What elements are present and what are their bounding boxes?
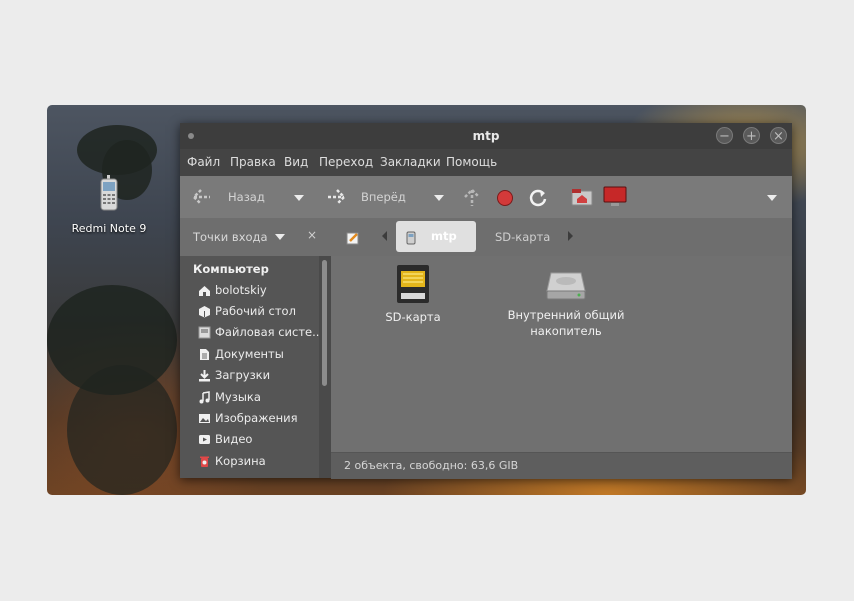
downloads-icon [199, 370, 210, 382]
crumb-scroll-right-icon[interactable] [568, 231, 573, 241]
minimize-button[interactable]: − [716, 127, 733, 144]
sidebar-item-filesystem[interactable]: Файловая систе... [198, 324, 323, 342]
documents-icon [200, 349, 209, 360]
back-history-dropdown-icon[interactable] [294, 195, 304, 201]
sidebar-item-home[interactable]: bolotskiy [198, 282, 318, 300]
menu-help[interactable]: Помощь [446, 155, 497, 169]
file-item-internal-storage[interactable]: Внутренний общий накопитель [501, 263, 631, 339]
up-arrow-icon[interactable] [463, 188, 481, 212]
sidebar-item-desktop[interactable]: Рабочий стол [198, 303, 318, 321]
crumb-sd-card[interactable]: SD-карта [495, 230, 550, 244]
titlebar[interactable]: mtp − + × [180, 123, 792, 149]
sidebar-item-documents[interactable]: Документы [198, 346, 318, 364]
file-item-sd-card[interactable]: SD-карта [370, 263, 456, 325]
stop-icon[interactable] [496, 189, 514, 211]
computer-icon[interactable] [603, 186, 627, 212]
pictures-icon [199, 414, 210, 423]
sidebar-item-pictures[interactable]: Изображения [198, 410, 318, 428]
home-icon [199, 286, 210, 296]
sidebar-item-label: Документы [215, 347, 284, 361]
toolbar: Назад Вперёд [180, 176, 792, 218]
sidebar-item-music[interactable]: Музыка [198, 389, 318, 407]
sidebar-scrollbar[interactable] [319, 256, 331, 478]
edit-path-icon[interactable] [346, 230, 360, 249]
crumb-scroll-left-icon[interactable] [382, 231, 387, 241]
sidebar-item-label: Загрузки [215, 368, 271, 382]
close-sidebar-icon[interactable]: × [307, 228, 317, 242]
back-button[interactable]: Назад [228, 190, 265, 204]
sidebar-item-label: Файловая систе... [215, 325, 324, 339]
places-dropdown-icon[interactable] [275, 234, 285, 240]
maximize-button[interactable]: + [743, 127, 760, 144]
status-text: 2 объекта, свободно: 63,6 GIB [344, 459, 519, 472]
home-folder-icon[interactable] [571, 188, 593, 210]
sidebar-item-label: Корзина [215, 454, 266, 468]
file-name: SD-карта [385, 310, 441, 324]
desktop-icon-label: Redmi Note 9 [71, 222, 147, 235]
close-button[interactable]: × [770, 127, 787, 144]
toolbar-overflow-dropdown-icon[interactable] [767, 195, 777, 201]
menubar: Файл Правка Вид Переход Закладки Помощь [180, 149, 792, 176]
file-name-line2: накопитель [530, 324, 602, 338]
sidebar-heading-computer: Компьютер [193, 262, 269, 276]
sidebar-item-label: Музыка [215, 390, 261, 404]
trash-icon [200, 456, 209, 467]
reload-icon[interactable] [528, 188, 548, 212]
crumb-mtp-label: mtp [431, 229, 457, 243]
window-title: mtp [472, 129, 500, 143]
sidebar: Компьютер bolotskiy Рабочий стол Файлова… [180, 256, 331, 478]
sidebar-item-trash[interactable]: Корзина [198, 453, 318, 471]
menu-file[interactable]: Файл [187, 155, 220, 169]
phone-icon [98, 175, 120, 211]
sidebar-item-label: Рабочий стол [215, 304, 296, 318]
menu-go[interactable]: Переход [319, 155, 373, 169]
sidebar-item-downloads[interactable]: Загрузки [198, 367, 318, 385]
file-view[interactable]: SD-карта Внутренний общий накопитель [331, 256, 792, 452]
file-manager-window: mtp − + × Файл Правка Вид Переход Заклад… [180, 123, 792, 479]
menu-bookmarks[interactable]: Закладки [380, 155, 441, 169]
internal-storage-icon [546, 272, 586, 300]
forward-arrow-icon[interactable] [326, 188, 346, 210]
crumb-mtp[interactable]: mtp [396, 221, 476, 252]
places-selector[interactable]: Точки входа [193, 230, 268, 244]
menu-edit[interactable]: Правка [230, 155, 276, 169]
desktop-icon [199, 306, 210, 318]
menu-view[interactable]: Вид [284, 155, 308, 169]
filesystem-icon [198, 326, 211, 339]
phone-small-icon [406, 230, 416, 249]
forward-history-dropdown-icon[interactable] [434, 195, 444, 201]
sidebar-item-label: Видео [215, 432, 253, 446]
back-arrow-icon[interactable] [192, 188, 212, 210]
file-name-line1: Внутренний общий [507, 308, 625, 322]
music-icon [199, 391, 210, 404]
statusbar: 2 объекта, свободно: 63,6 GIB [331, 452, 792, 479]
videos-icon [199, 435, 210, 444]
forward-button[interactable]: Вперёд [361, 190, 406, 204]
sidebar-item-videos[interactable]: Видео [198, 431, 318, 449]
location-bar: Точки входа × mtp SD-карта [180, 218, 792, 256]
sd-card-icon [397, 265, 429, 303]
sidebar-item-label: Изображения [215, 411, 298, 425]
sidebar-scrollbar-thumb[interactable] [322, 260, 327, 386]
desktop-device-redmi[interactable]: Redmi Note 9 [69, 175, 149, 236]
sidebar-item-label: bolotskiy [215, 283, 267, 297]
